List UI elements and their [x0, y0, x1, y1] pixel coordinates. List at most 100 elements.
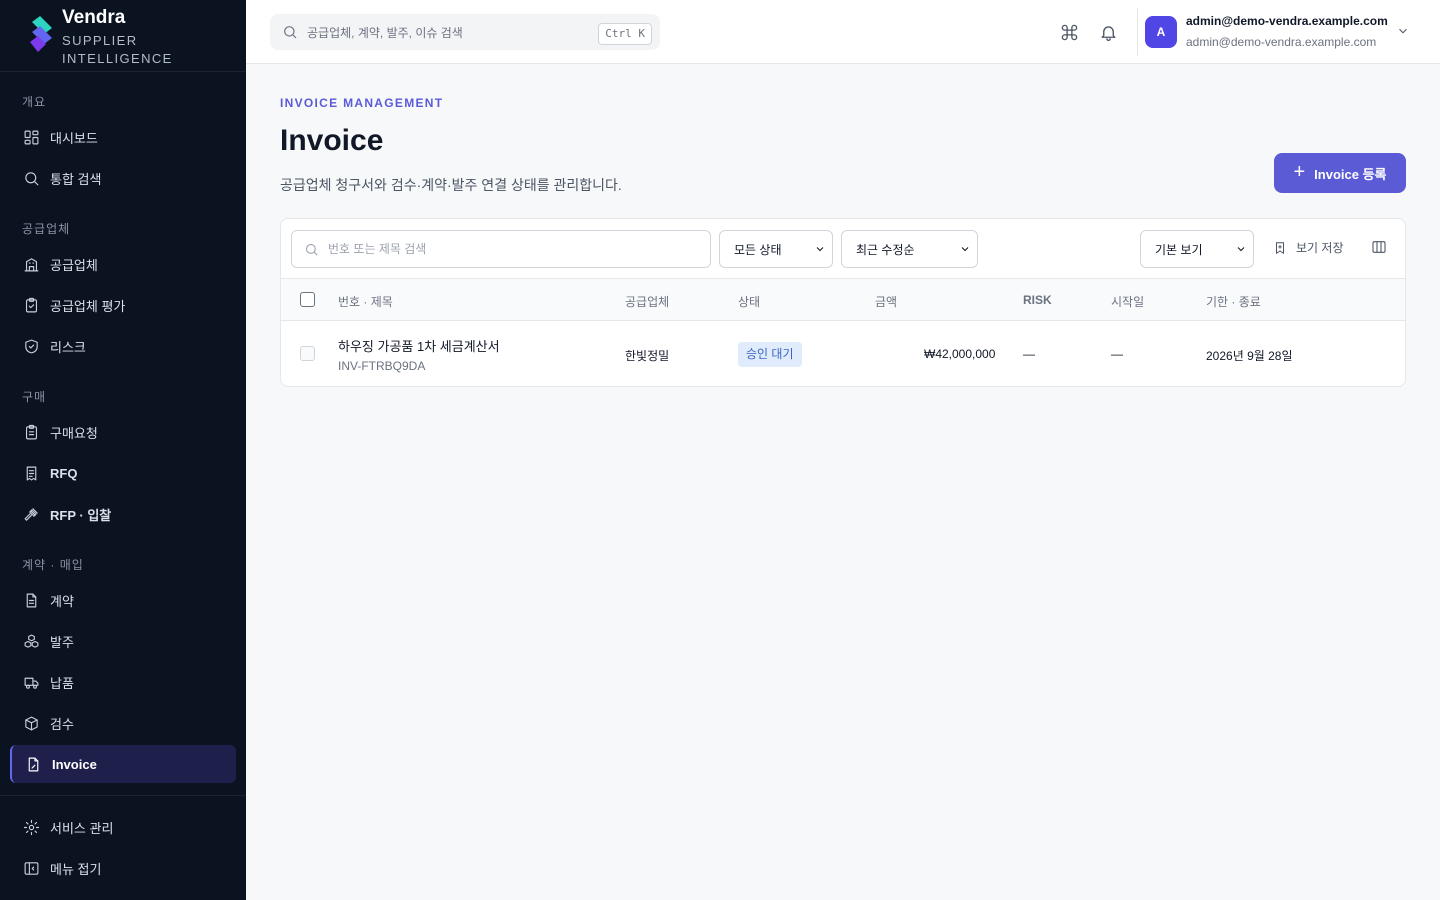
search-icon	[22, 169, 40, 187]
status-badge: 승인 대기	[738, 342, 802, 367]
sidebar-item-rfp[interactable]: RFP · 입찰	[10, 495, 236, 533]
chevron-down-icon	[959, 243, 971, 255]
page-eyebrow: INVOICE MANAGEMENT	[280, 96, 444, 110]
column-supplier[interactable]: 공급업체	[625, 293, 669, 310]
boxes-icon	[22, 632, 40, 650]
sidebar-item-label: 리스크	[50, 339, 86, 355]
columns-toggle-button[interactable]	[1371, 239, 1389, 257]
view-value: 기본 보기	[1155, 242, 1203, 257]
sidebar-item-label: 계약	[50, 593, 74, 609]
shield-icon	[22, 337, 40, 355]
global-search-placeholder: 공급업체, 계약, 발주, 이슈 검색	[307, 25, 463, 40]
invoice-due-date: 2026년 9월 28일	[1206, 349, 1293, 363]
sidebar-item-label: RFP · 입찰	[50, 507, 112, 523]
chevron-down-icon	[814, 243, 826, 255]
bell-icon	[1099, 23, 1118, 42]
sidebar-item-label: Invoice	[52, 756, 97, 772]
invoice-code: INV-FTRBQ9DA	[338, 359, 426, 373]
sort-select[interactable]: 최근 수정순	[841, 230, 978, 268]
column-number-title[interactable]: 번호 · 제목	[338, 293, 393, 310]
sidebar-item-supplier-evaluation[interactable]: 공급업체 평가	[10, 286, 236, 324]
sidebar-item-inspection[interactable]: 검수	[10, 704, 236, 742]
sidebar-item-risk[interactable]: 리스크	[10, 327, 236, 365]
bookmark-icon	[1273, 241, 1296, 255]
add-invoice-label: Invoice 등록	[1314, 166, 1387, 182]
columns-icon	[1371, 239, 1387, 255]
search-icon	[282, 24, 298, 40]
column-due-date[interactable]: 기한 · 종료	[1206, 293, 1261, 310]
plus-icon: +	[1293, 161, 1306, 183]
sidebar-item-label: 검수	[50, 716, 74, 732]
column-risk[interactable]: RISK	[1023, 293, 1052, 307]
brand-tagline: SUPPLIER INTELLIGENCE	[62, 33, 173, 66]
sidebar-item-label: 구매요청	[50, 425, 98, 441]
gavel-icon	[22, 505, 40, 523]
file-text-icon	[22, 591, 40, 609]
clipboard-list-icon	[22, 423, 40, 441]
receipt-icon	[22, 464, 40, 482]
sidebar-item-purchase-orders[interactable]: 발주	[10, 622, 236, 660]
dashboard-icon	[22, 128, 40, 146]
view-select[interactable]: 기본 보기	[1140, 230, 1254, 268]
search-icon	[304, 242, 319, 257]
sidebar-item-dashboard[interactable]: 대시보드	[10, 118, 236, 156]
save-view-button[interactable]: 보기 저장	[1273, 239, 1344, 256]
sidebar-item-label: 메뉴 접기	[50, 861, 102, 877]
avatar[interactable]: A	[1145, 16, 1177, 48]
command-palette-button[interactable]	[1057, 20, 1081, 44]
sidebar-item-deliveries[interactable]: 납품	[10, 663, 236, 701]
select-all-checkbox[interactable]	[300, 292, 315, 307]
topbar-divider	[1137, 8, 1138, 56]
truck-icon	[22, 673, 40, 691]
chevron-down-icon	[1396, 24, 1410, 38]
collapse-icon	[22, 859, 40, 877]
sidebar-item-label: 통합 검색	[50, 171, 102, 187]
table-row[interactable]: 하우징 가공품 1차 세금계산서 INV-FTRBQ9DA 한빛정밀 승인 대기…	[281, 321, 1405, 386]
sidebar-item-service-settings[interactable]: 서비스 관리	[10, 808, 236, 846]
sidebar-item-invoice[interactable]: Invoice	[10, 745, 236, 783]
sidebar-item-label: RFQ	[50, 465, 78, 481]
sidebar-collapse-button[interactable]: 메뉴 접기	[10, 849, 236, 887]
user-name[interactable]: admin@demo-vendra.example.com	[1186, 14, 1388, 28]
brand-name: Vendra	[62, 7, 126, 28]
column-amount[interactable]: 금액	[875, 293, 897, 310]
column-status[interactable]: 상태	[738, 293, 760, 310]
status-filter-select[interactable]: 모든 상태	[719, 230, 833, 268]
invoice-start-date: —	[1111, 347, 1123, 361]
sidebar-item-purchase-request[interactable]: 구매요청	[10, 413, 236, 451]
list-search-field[interactable]	[291, 230, 711, 268]
list-search-input[interactable]	[328, 242, 698, 256]
invoice-supplier: 한빛정밀	[625, 349, 670, 363]
topbar: 공급업체, 계약, 발주, 이슈 검색 Ctrl K A admin@demo-…	[246, 0, 1440, 64]
global-search-input[interactable]: 공급업체, 계약, 발주, 이슈 검색 Ctrl K	[270, 14, 660, 50]
nav-group-suppliers: 공급업체	[22, 222, 71, 236]
invoice-title[interactable]: 하우징 가공품 1차 세금계산서	[338, 336, 500, 355]
row-checkbox[interactable]	[300, 346, 315, 361]
column-start-date[interactable]: 시작일	[1111, 293, 1144, 310]
sidebar-item-label: 공급업체 평가	[50, 298, 126, 314]
invoice-amount: ₩42,000,000	[924, 347, 996, 361]
nav-group-overview: 개요	[22, 95, 47, 109]
user-menu-toggle[interactable]	[1396, 24, 1412, 40]
clipboard-check-icon	[22, 296, 40, 314]
package-check-icon	[22, 714, 40, 732]
sidebar-item-label: 발주	[50, 634, 74, 650]
notifications-button[interactable]	[1096, 20, 1120, 44]
sidebar-item-label: 공급업체	[50, 257, 98, 273]
brand: Vendra SUPPLIER INTELLIGENCE	[0, 0, 246, 72]
shortcut-hint: Ctrl K	[598, 23, 652, 45]
gear-icon	[22, 818, 40, 836]
sidebar-item-rfq[interactable]: RFQ	[10, 454, 236, 492]
save-view-label: 보기 저장	[1296, 241, 1344, 255]
nav-group-contracts: 계약 · 매입	[22, 558, 84, 572]
add-invoice-button[interactable]: + Invoice 등록	[1274, 153, 1406, 193]
sidebar-item-label: 서비스 관리	[50, 820, 114, 836]
status-filter-value: 모든 상태	[734, 242, 782, 257]
page-title: Invoice	[280, 124, 384, 157]
sidebar-item-contracts[interactable]: 계약	[10, 581, 236, 619]
sort-value: 최근 수정순	[856, 242, 915, 257]
page-description: 공급업체 청구서와 검수·계약·발주 연결 상태를 관리합니다.	[280, 177, 622, 193]
sidebar-item-search[interactable]: 통합 검색	[10, 159, 236, 197]
table-header: 번호 · 제목 공급업체 상태 금액 RISK 시작일 기한 · 종료	[281, 278, 1405, 321]
sidebar-item-suppliers[interactable]: 공급업체	[10, 245, 236, 283]
